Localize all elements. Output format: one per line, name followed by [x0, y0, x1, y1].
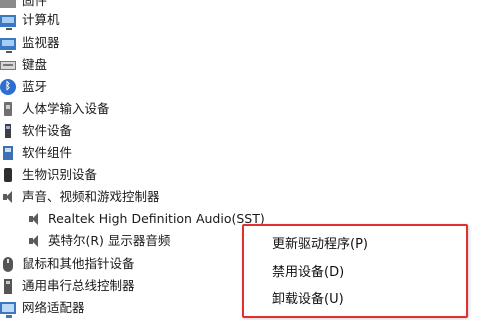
tree-item-label: 英特尔(R) 显示器音频: [48, 233, 171, 248]
tree-item-label: 通用串行总线控制器: [22, 278, 135, 293]
usb-icon: [4, 278, 12, 294]
computer-icon: [0, 14, 16, 30]
biometric-icon: [4, 168, 12, 182]
tree-item-label: 声音、视频和游戏控制器: [22, 189, 160, 204]
tree-item-label: 软件设备: [22, 123, 73, 138]
speaker-icon: [29, 233, 39, 249]
monitor-icon: [0, 37, 16, 53]
tree-item-label: 软件组件: [22, 145, 73, 160]
speaker-icon: [29, 211, 39, 227]
tree-item-software-components[interactable]: 软件组件: [0, 142, 300, 164]
tree-item-label: Realtek High Definition Audio(SST): [48, 211, 265, 226]
tree-item-label: 人体学输入设备: [22, 101, 110, 116]
hid-icon: [4, 102, 12, 116]
tree-item-computer[interactable]: 计算机: [0, 9, 300, 31]
context-menu: 更新驱动程序(P) 禁用设备(D) 卸载设备(U): [242, 224, 468, 318]
update-driver-menu-item[interactable]: 更新驱动程序(P): [272, 234, 368, 256]
keyboard-icon: [0, 60, 16, 70]
uninstall-device-menu-item[interactable]: 卸载设备(U): [272, 289, 344, 311]
tree-item-label: 网络适配器: [22, 300, 85, 315]
tree-item-sound-video-game[interactable]: 声音、视频和游戏控制器: [0, 186, 300, 208]
software-component-icon: [3, 146, 13, 160]
tree-item-label: 鼠标和其他指针设备: [22, 256, 135, 271]
tree-item-label: 键盘: [22, 57, 48, 72]
speaker-icon: [3, 189, 13, 205]
disable-device-menu-item[interactable]: 禁用设备(D): [272, 262, 344, 284]
tree-item-monitors[interactable]: 监视器: [0, 32, 300, 54]
software-device-icon: [5, 124, 11, 138]
bluetooth-icon: ᛒ: [0, 79, 16, 95]
tree-item-label: 计算机: [22, 12, 60, 27]
tree-item-label: 生物识别设备: [22, 167, 98, 182]
tree-item-keyboards[interactable]: 键盘: [0, 54, 300, 76]
tree-item-hid[interactable]: 人体学输入设备: [0, 98, 300, 120]
tree-item-label: 监视器: [22, 35, 60, 50]
tree-item-software-devices[interactable]: 软件设备: [0, 120, 300, 142]
network-icon: [0, 302, 16, 318]
tree-item-biometric[interactable]: 生物识别设备: [0, 164, 300, 186]
mouse-icon: [3, 256, 13, 272]
tree-item-label: 蓝牙: [22, 79, 48, 94]
tree-item-bluetooth[interactable]: ᛒ 蓝牙: [0, 76, 300, 98]
firmware-icon: [0, 0, 16, 8]
